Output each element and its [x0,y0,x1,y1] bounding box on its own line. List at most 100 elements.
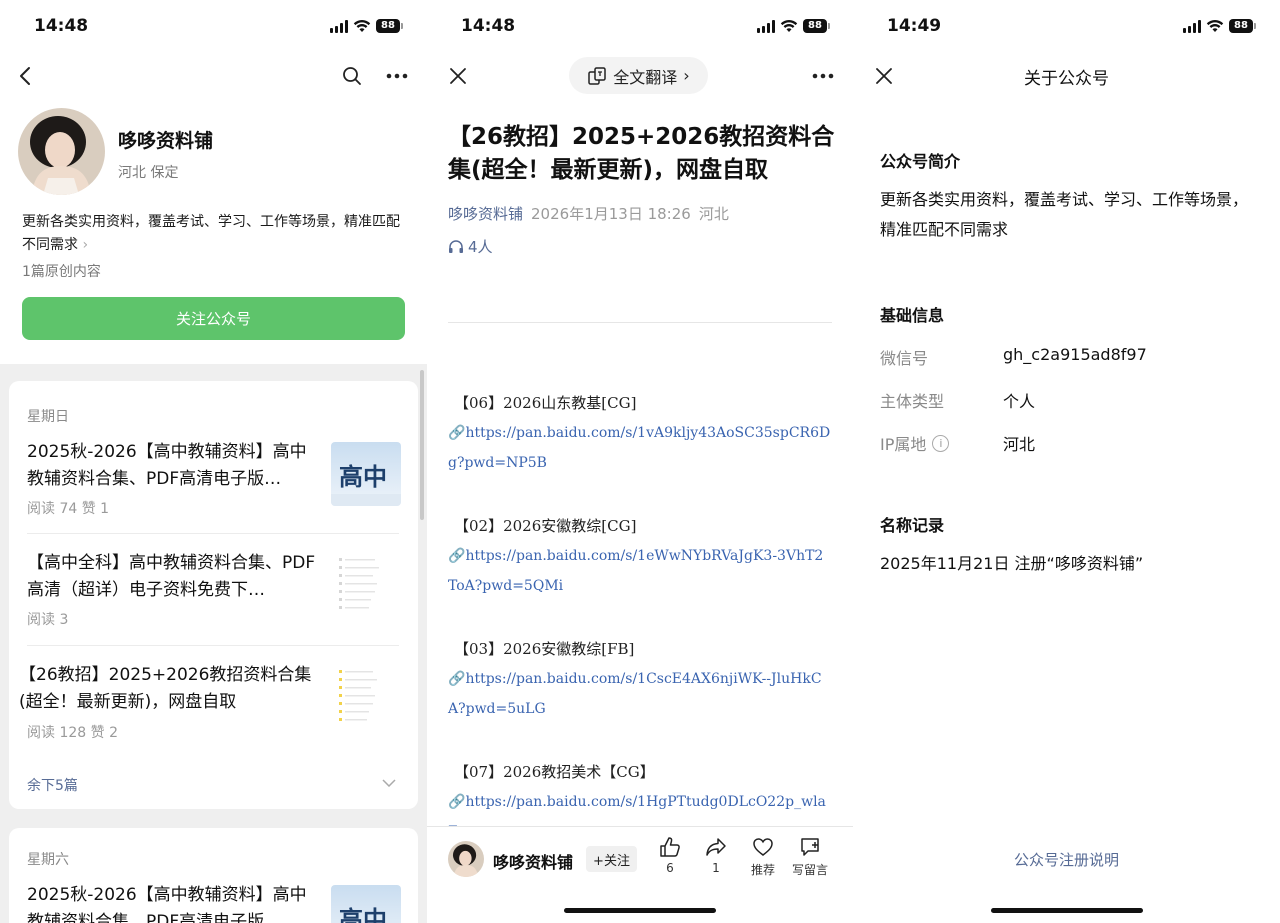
wifi-icon [780,20,798,32]
share-count: 1 [712,861,720,875]
status-time: 14:49 [887,16,942,36]
article-meta: 阅读 74 赞 1 [27,501,110,517]
more-articles-link[interactable]: 余下5篇 [27,775,78,795]
translate-label: 全文翻译 [613,67,678,87]
back-button[interactable] [12,62,38,90]
entry-link-url: https://pan.baidu.com/s/1eWwNYbRVaJgK3-3… [448,548,824,594]
chevron-left-icon [20,67,30,85]
avatar-image [18,108,105,195]
status-icons: 88 [330,19,403,33]
share-button[interactable]: 1 [694,836,738,875]
like-count: 6 [666,861,674,875]
author-avatar[interactable] [448,841,484,877]
cellular-signal-icon [757,19,775,33]
day-label: 星期六 [27,852,69,868]
intro-heading: 公众号简介 [880,152,961,171]
entry-heading: 【06】2026山东教基[CG] [454,394,637,412]
article-thumbnail [331,553,401,617]
expand-button[interactable] [381,777,397,789]
close-button[interactable] [446,64,470,88]
more-button[interactable] [384,64,410,88]
status-time: 14:48 [34,16,89,36]
more-button[interactable] [810,64,836,88]
battery-icon: 88 [803,19,830,33]
article-meta: 阅读 128 赞 2 [27,725,118,741]
article-meta: 哆哆资料铺 2026年1月13日 18:26 河北 [448,203,729,224]
entry-heading: 【07】2026教招美术【CG】 [454,763,655,781]
divider [448,322,832,323]
more-dots-icon [812,73,834,79]
resource-entry: 【02】2026安徽教综[CG] 🔗https://pan.baidu.com/… [448,511,832,601]
entry-link-url: https://pan.baidu.com/s/1CscE4AX6njiWK--… [448,671,822,717]
follow-button[interactable]: +关注 [586,846,637,872]
wifi-icon [1206,20,1224,32]
article-meta: 阅读 3 [27,612,69,628]
author-name[interactable]: 哆哆资料铺 [493,849,573,873]
status-time: 14:48 [461,16,516,36]
feed-article-item[interactable]: 【26教招】2025+2026教招资料合集(超全！最新更新)，网盘自取 阅读 1… [9,661,418,746]
article-title: 【26教招】2025+2026教招资料合集(超全！最新更新)，网盘自取 [448,124,835,183]
day-label: 星期日 [27,409,69,425]
account-profile-panel: 14:48 88 哆哆资料铺 河北 保定 更新各类实用资料，覆盖考试、学习、工作… [0,0,427,923]
entry-link[interactable]: 🔗https://pan.baidu.com/s/1CscE4AX6njiWK-… [448,664,832,724]
basic-info-heading: 基础信息 [880,306,945,325]
account-description-text: 更新各类实用资料，覆盖考试、学习、工作等场景，精准匹配不同需求 [22,214,400,253]
thumbs-up-icon [660,837,680,857]
wechat-id-label: 微信号 [880,349,929,368]
chevron-right-icon: › [683,66,690,85]
chevron-down-icon [382,779,396,787]
heart-icon [753,838,773,856]
article-date: 2026年1月13日 18:26 [531,205,691,223]
link-icon: 🔗 [448,548,466,564]
entry-link[interactable]: 🔗https://pan.baidu.com/s/1vA9kljy43AoSC3… [448,418,832,478]
recommend-button[interactable]: 推荐 [741,836,785,878]
comment-button[interactable]: 写留言 [788,836,832,878]
entry-heading: 【02】2026安徽教综[CG] [454,517,637,535]
feed-scrollbar[interactable] [420,370,424,520]
feed-article-item[interactable]: 【高中全科】高中教辅资料合集、PDF高清（超详）电子资料免费下… 阅读 3 [9,549,418,634]
thumbnail-text: 高中 [339,905,387,923]
avatar-image [448,841,484,877]
wifi-icon [353,20,371,32]
wechat-id-value[interactable]: gh_c2a915ad8f97 [1003,345,1147,364]
feed-article-item[interactable]: 2025秋-2026【高中教辅资料】高中教辅资料合集、PDF高清电子版… 阅读 … [9,437,418,522]
follow-account-button[interactable]: 关注公众号 [22,297,405,340]
cellular-signal-icon [1183,19,1201,33]
intro-text: 更新各类实用资料，覆盖考试、学习、工作等场景，精准匹配不同需求 [880,190,1249,239]
article-title: 【26教招】2025+2026教招资料合集(超全！最新更新)，网盘自取 [19,665,312,712]
account-description[interactable]: 更新各类实用资料，覆盖考试、学习、工作等场景，精准匹配不同需求 › [22,211,408,257]
name-record: 2025年11月21日 注册“哆哆资料铺” [880,554,1144,573]
recommend-label: 推荐 [750,863,775,877]
divider [27,533,399,534]
article-title: 2025秋-2026【高中教辅资料】高中教辅资料合集、PDF高清电子版 [27,885,307,923]
entry-link[interactable]: 🔗https://pan.baidu.com/s/1eWwNYbRVaJgK3-… [448,541,832,601]
ip-location-value: 河北 [1003,435,1036,454]
more-dots-icon [386,73,408,79]
article-author-link[interactable]: 哆哆资料铺 [448,203,523,224]
feed-article-item[interactable]: 2025秋-2026【高中教辅资料】高中教辅资料合集、PDF高清电子版 高中 [9,880,418,923]
registration-info-link[interactable]: 公众号注册说明 [853,849,1280,870]
listener-count: 4人 [468,238,493,256]
entity-type-value: 个人 [1003,392,1036,411]
home-indicator[interactable] [991,908,1143,913]
original-content-count[interactable]: 1篇原创内容 [22,261,101,281]
info-icon[interactable]: i [932,434,950,452]
ip-location-label-text: IP属地 [880,435,927,454]
listen-button[interactable]: 4人 [448,236,493,257]
article-region: 河北 [698,205,729,223]
cellular-signal-icon [330,19,348,33]
article-thumbnail: 高中 [331,442,401,506]
account-name: 哆哆资料铺 [118,130,214,152]
resource-entry: 【03】2026安徽教综[FB] 🔗https://pan.baidu.com/… [448,634,832,724]
search-button[interactable] [340,64,364,88]
like-button[interactable]: 6 [648,836,692,875]
home-indicator[interactable] [564,908,716,913]
translate-button[interactable]: 全文翻译 › [569,57,708,94]
article-thumbnail: 高中 [331,885,401,923]
chevron-right-icon: › [82,237,89,253]
link-icon: 🔗 [448,794,466,810]
account-avatar[interactable] [18,108,105,195]
status-icons: 88 [757,19,830,33]
translate-icon [588,66,607,85]
headphones-icon [449,240,463,253]
